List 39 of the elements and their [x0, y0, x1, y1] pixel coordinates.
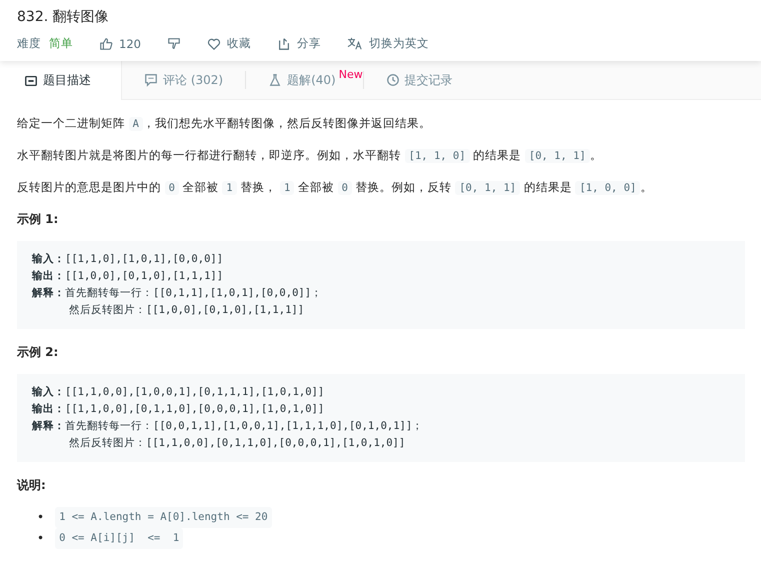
problem-title: 832. 翻转图像 [17, 8, 110, 26]
example-line: 解释：首先翻转每一行：[[0,1,1],[1,0,1],[0,0,0]]； [32, 286, 324, 301]
example-heading: 示例 2: [17, 344, 60, 361]
difficulty-label: 难度 [17, 36, 41, 51]
example-line: 输出：[[1,0,0],[0,1,0],[1,1,1]] [32, 269, 224, 284]
heart-icon [206, 36, 221, 50]
translate-button[interactable]: 切换为英文 [346, 36, 429, 51]
share-icon [276, 36, 291, 50]
description-icon [24, 74, 38, 88]
example-line: 输入：[[1,1,0,0],[1,0,0,1],[0,1,1,1],[1,0,1,0]] [32, 385, 326, 400]
tab[interactable]: 评论 (302) [122, 61, 246, 99]
constraint-text: 1 <= A.length = A[0].length <= 20 [55, 507, 272, 528]
thumbs-down-icon[interactable] [166, 36, 181, 50]
difficulty-value: 简单 [49, 36, 73, 51]
tab[interactable]: 题解(40) New [246, 61, 363, 99]
description-paragraph: 反转图片的意思是图片中的 0 全部被 1 替换， 1 全部被 0 替换。例如，反转 [0, 1, 1] 的结果是 [1, 0, 0] 。 [17, 179, 654, 197]
bullet-mark: • [37, 530, 44, 547]
clock-icon [386, 73, 400, 87]
example-line: 输出：[[1,1,0,0],[0,1,1,0],[0,0,0,1],[1,0,1,0]] [32, 402, 326, 417]
translate-icon [346, 36, 363, 50]
tab[interactable]: 提交记录 [364, 61, 475, 99]
tab[interactable]: 题目描述 [0, 61, 122, 100]
description-paragraph: 水平翻转图片就是将图片的每一行都进行翻转，即逆序。例如，水平翻转 [1, 1, 0] 的结果是 [0, 1, 1] 。 [17, 147, 603, 165]
constraint-text: 0 <= A[i][j] <= 1 [55, 528, 184, 549]
share-button[interactable]: 分享 [276, 36, 321, 51]
example-line: 然后反转图片：[[1,0,0],[0,1,0],[1,1,1]] [68, 303, 306, 318]
favorite-button[interactable]: 收藏 [206, 36, 251, 51]
new-label: New [338, 68, 363, 81]
notes-heading: 说明: [17, 477, 47, 494]
example-line: 解释：首先翻转每一行：[[0,0,1,1],[1,0,0,1],[1,1,1,0],[0,1,0,1]]； [32, 419, 424, 434]
example-line: 然后反转图片：[[1,1,0,0],[0,1,1,0],[0,0,0,1],[1,0,1,0]] [68, 436, 406, 451]
like-count: 120 [119, 36, 141, 50]
example-heading: 示例 1: [17, 211, 60, 228]
description-paragraph: 给定一个二进制矩阵 A ，我们想先水平翻转图像，然后反转图像并返回结果。 [17, 115, 432, 133]
thumbs-up-icon[interactable] [99, 36, 113, 50]
flask-icon [268, 73, 282, 87]
bullet-mark: • [37, 509, 44, 526]
example-line: 输入：[[1,1,0],[1,0,1],[0,0,0]] [32, 252, 224, 267]
comment-icon [144, 73, 158, 87]
